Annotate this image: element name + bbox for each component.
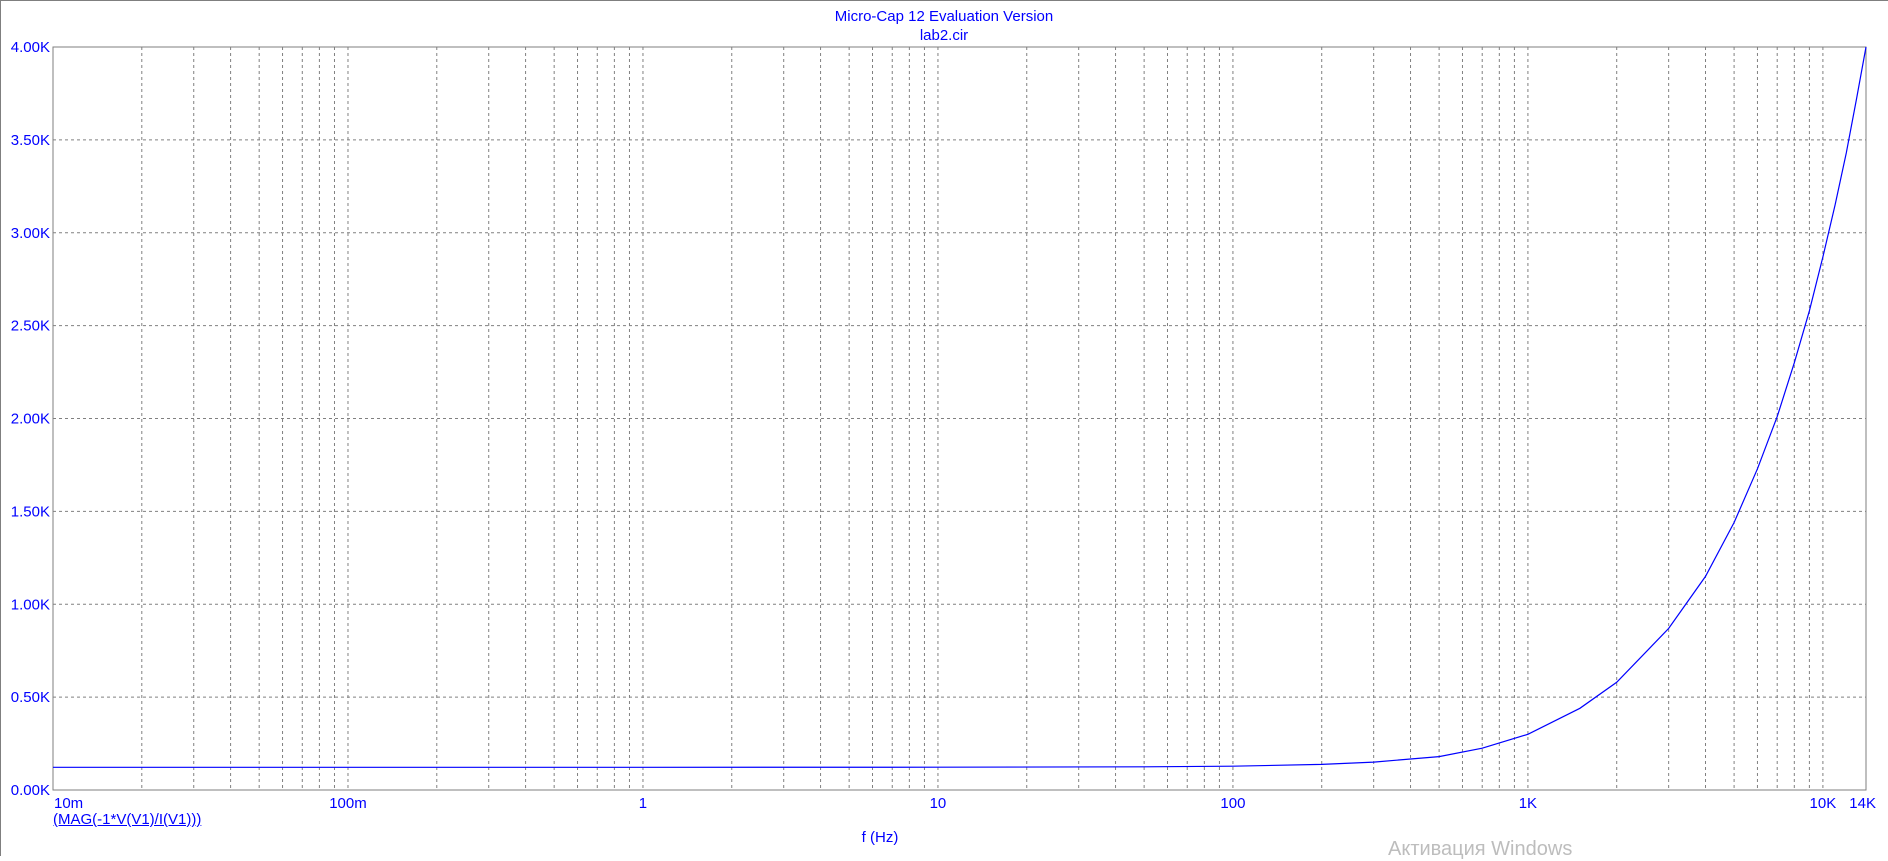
y-tick-label: 1.00K xyxy=(11,596,50,613)
x-tick-label: 1K xyxy=(1519,795,1537,812)
x-tick-label: 1 xyxy=(639,795,647,812)
y-tick-label: 2.00K xyxy=(11,411,50,428)
y-tick-label: 3.00K xyxy=(11,225,50,242)
x-tick-label: 14K xyxy=(1849,795,1876,812)
windows-activation-watermark: Активация Windows xyxy=(1388,838,1573,860)
y-tick-label: 0.00K xyxy=(11,782,50,799)
x-tick-label: 100m xyxy=(329,795,367,812)
y-tick-label: 4.00K xyxy=(11,39,50,56)
x-tick-label: 10m xyxy=(54,795,83,812)
plot-area[interactable]: 0.00K 0.50K 1.00K 1.50K 2.00K 2.50K 3.00K 3.50K… xyxy=(0,0,1888,856)
series-line xyxy=(53,46,1867,768)
series-label-link[interactable]: (MAG(-1*V(V1)/I(V1))) xyxy=(53,811,201,828)
x-tick-label: 10K xyxy=(1810,795,1837,812)
x-tick-label: 100 xyxy=(1220,795,1245,812)
y-tick-label: 0.50K xyxy=(11,689,50,706)
y-tick-label: 1.50K xyxy=(11,503,50,520)
y-tick-label: 2.50K xyxy=(11,318,50,335)
grid-lines xyxy=(53,47,1866,790)
x-tick-label: 10 xyxy=(930,795,947,812)
y-tick-label: 3.50K xyxy=(11,132,50,149)
